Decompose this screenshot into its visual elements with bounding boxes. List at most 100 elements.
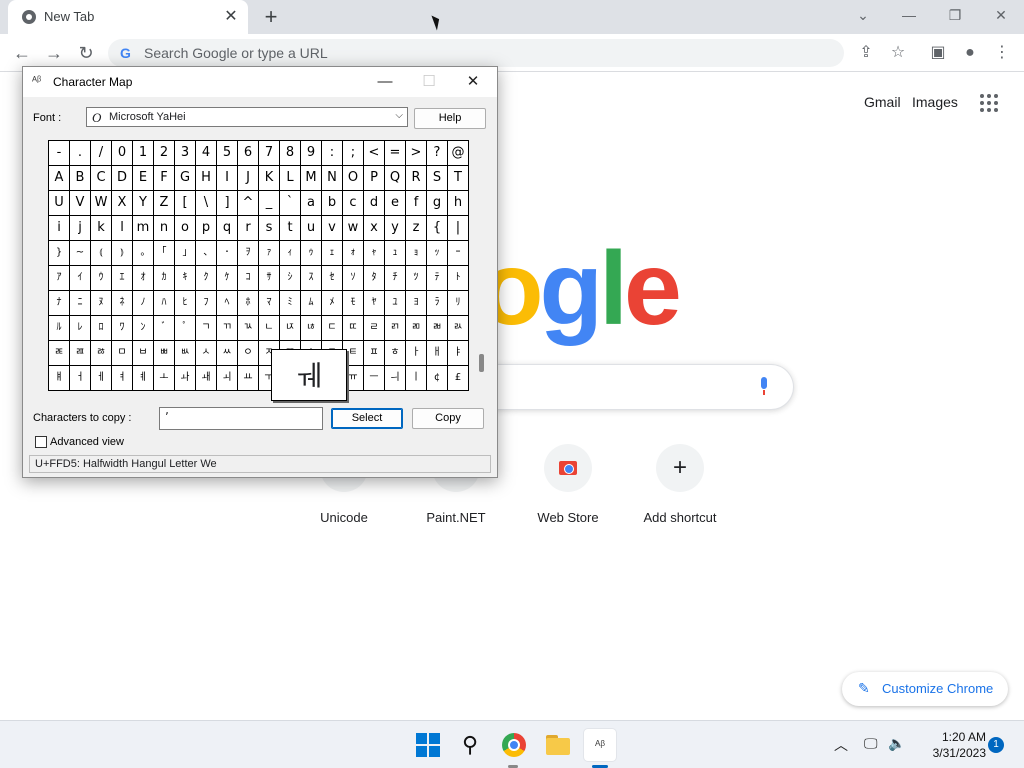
character-cell[interactable]: S [427, 166, 448, 191]
tab-close-icon[interactable]: ✕ [220, 6, 242, 28]
character-cell[interactable]: £ [448, 366, 469, 391]
character-cell[interactable]: ﾫ [406, 316, 427, 341]
character-cell[interactable]: ﾪ [385, 316, 406, 341]
share-icon[interactable]: ⇪ [854, 41, 878, 65]
character-cell[interactable]: A [49, 166, 70, 191]
character-cell[interactable]: ﾲ [133, 341, 154, 366]
tab-search-chevron-icon[interactable]: ⌄ [840, 0, 886, 30]
character-cell[interactable]: ￋ [133, 366, 154, 391]
network-icon[interactable]: 🖵 [864, 735, 878, 752]
character-cell[interactable]: ￄ [448, 341, 469, 366]
character-cell[interactable]: ﾜ [112, 316, 133, 341]
character-cell[interactable]: l [112, 216, 133, 241]
character-cell[interactable]: q [217, 216, 238, 241]
side-panel-icon[interactable]: ▣ [926, 41, 950, 65]
character-cell[interactable]: { [427, 216, 448, 241]
character-cell[interactable]: ･ [217, 241, 238, 266]
character-cell[interactable]: x [364, 216, 385, 241]
character-cell[interactable]: ｩ [301, 241, 322, 266]
character-cell[interactable]: ｿ [343, 266, 364, 291]
character-cell[interactable]: _ [259, 191, 280, 216]
character-cell[interactable]: ﾌ [196, 291, 217, 316]
character-cell[interactable]: ｻ [259, 266, 280, 291]
character-cell[interactable]: C [91, 166, 112, 191]
character-cell[interactable]: ` [280, 191, 301, 216]
character-cell[interactable]: \ [196, 191, 217, 216]
character-cell[interactable]: ﾈ [112, 291, 133, 316]
character-cell[interactable]: z [406, 216, 427, 241]
character-cell[interactable]: ﾛ [91, 316, 112, 341]
character-cell[interactable]: ｬ [364, 241, 385, 266]
gmail-link[interactable]: Gmail [864, 94, 901, 110]
character-cell[interactable]: ﾧ [322, 316, 343, 341]
character-cell[interactable]: ￌ [154, 366, 175, 391]
windows-start-icon[interactable] [412, 729, 444, 761]
character-cell[interactable]: M [301, 166, 322, 191]
character-cell[interactable]: r [238, 216, 259, 241]
character-cell[interactable]: ﾏ [259, 291, 280, 316]
character-cell[interactable]: ￜ [406, 366, 427, 391]
character-cell[interactable]: ﾣ [238, 316, 259, 341]
character-cell[interactable]: ￆ [70, 366, 91, 391]
character-cell[interactable]: ｢ [154, 241, 175, 266]
character-cell[interactable]: ￏ [217, 366, 238, 391]
chrome-taskbar-icon[interactable] [498, 729, 530, 761]
taskbar-clock[interactable]: 1:20 AM 3/31/2023 [916, 729, 986, 761]
character-cell[interactable]: ﾢ [217, 316, 238, 341]
character-cell[interactable]: ｣ [175, 241, 196, 266]
character-cell[interactable]: ｴ [112, 266, 133, 291]
character-cell[interactable]: G [175, 166, 196, 191]
charmap-taskbar-icon[interactable]: ᴬᵝ [584, 729, 616, 761]
character-cell[interactable]: ﾂ [406, 266, 427, 291]
omnibox[interactable]: G [108, 39, 844, 67]
character-cell[interactable]: ￒ [238, 366, 259, 391]
character-cell[interactable]: ￅ [49, 366, 70, 391]
character-cell[interactable]: ﾑ [301, 291, 322, 316]
character-cell[interactable]: m [133, 216, 154, 241]
omnibox-input[interactable] [142, 43, 822, 63]
character-cell[interactable]: ﾴ [175, 341, 196, 366]
kebab-menu-icon[interactable]: ⋮ [990, 41, 1014, 65]
character-cell[interactable]: @ [448, 141, 469, 166]
character-cell[interactable]: ﾟ [175, 316, 196, 341]
character-cell[interactable]: } [49, 241, 70, 266]
microphone-icon[interactable] [759, 377, 769, 397]
character-cell[interactable]: ｡ [133, 241, 154, 266]
character-cell[interactable]: Y [133, 191, 154, 216]
character-cell[interactable]: 0 [112, 141, 133, 166]
advanced-view-checkbox[interactable] [35, 436, 47, 448]
character-cell[interactable]: ﾇ [91, 291, 112, 316]
character-cell[interactable]: W [91, 191, 112, 216]
character-cell[interactable]: ｳ [91, 266, 112, 291]
character-cell[interactable]: ￊ [112, 366, 133, 391]
character-cell[interactable]: ﾬ [427, 316, 448, 341]
character-cell[interactable]: ; [343, 141, 364, 166]
character-cell[interactable]: ﾦ [301, 316, 322, 341]
character-cell[interactable]: ｨ [280, 241, 301, 266]
character-cell[interactable]: ﾾ [385, 341, 406, 366]
character-cell[interactable]: Q [385, 166, 406, 191]
character-cell[interactable]: | [448, 216, 469, 241]
ntp-search-box[interactable] [480, 364, 794, 410]
close-window-button[interactable]: ✕ [978, 0, 1024, 30]
character-cell[interactable]: ｾ [322, 266, 343, 291]
character-cell[interactable]: E [133, 166, 154, 191]
character-grid[interactable]: -./0 1 2 3 4 5 6 7 8 9:; < = >? @ A B C D E F G H I J K L M N O P Q R S T… [48, 140, 469, 391]
character-cell[interactable]: ｹ [217, 266, 238, 291]
customize-chrome-button[interactable]: ✎ Customize Chrome [842, 672, 1008, 706]
character-cell[interactable]: ｮ [406, 241, 427, 266]
character-cell[interactable]: k [91, 216, 112, 241]
character-cell[interactable]: h [448, 191, 469, 216]
character-cell[interactable]: ﾒ [322, 291, 343, 316]
character-cell[interactable]: ﾵ [196, 341, 217, 366]
character-cell[interactable]: 4 [196, 141, 217, 166]
character-cell[interactable]: ﾗ [427, 291, 448, 316]
character-cell[interactable]: ﾐ [280, 291, 301, 316]
character-cell[interactable]: ^ [238, 191, 259, 216]
character-cell[interactable]: H [196, 166, 217, 191]
back-arrow-icon[interactable]: ← [10, 41, 34, 65]
character-cell[interactable]: ｪ [322, 241, 343, 266]
character-cell[interactable]: w [343, 216, 364, 241]
character-cell[interactable]: 3 [175, 141, 196, 166]
character-cell[interactable]: n [154, 216, 175, 241]
